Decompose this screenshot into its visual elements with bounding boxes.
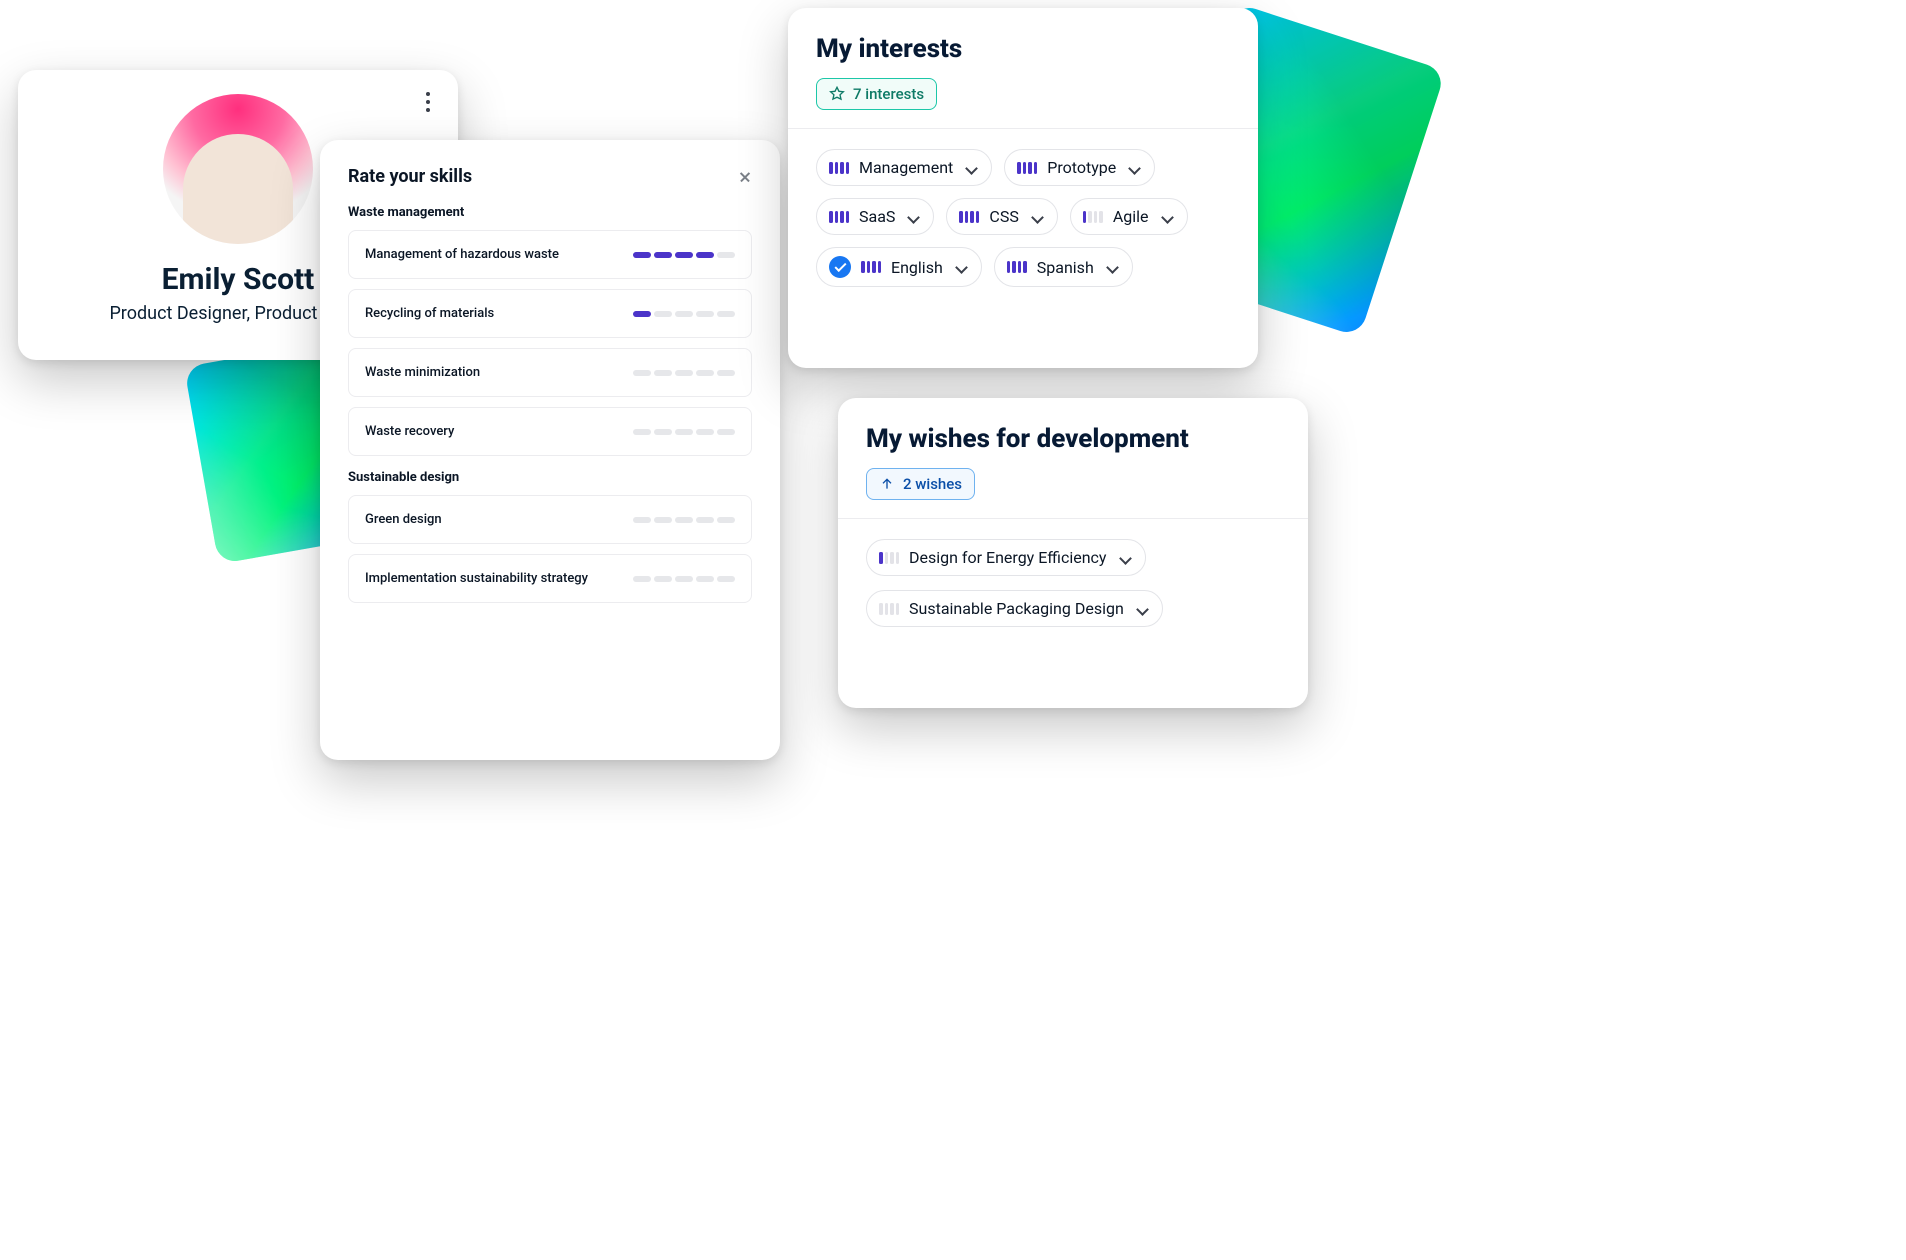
wish-label: Sustainable Packaging Design [909, 599, 1124, 618]
skill-row[interactable]: Implementation sustainability strategy [348, 554, 752, 603]
skill-group-label: Waste management [348, 205, 752, 220]
star-icon [829, 86, 845, 102]
skill-label: Waste recovery [365, 424, 454, 439]
level-bars-icon [829, 162, 849, 174]
level-bars-icon [1083, 211, 1103, 223]
interests-card: My interests 7 interests Management Proto… [788, 8, 1258, 368]
level-bar [633, 252, 735, 258]
level-bar [633, 311, 735, 317]
level-bars-icon [879, 603, 899, 615]
interests-count-label: 7 interests [853, 85, 924, 103]
skill-group-label: Sustainable design [348, 470, 752, 485]
level-bars-icon [1007, 261, 1027, 273]
skill-row[interactable]: Waste minimization [348, 348, 752, 397]
rate-skills-modal: Rate your skills Waste management Managem… [320, 140, 780, 760]
interest-label: CSS [989, 207, 1018, 226]
wishes-title: My wishes for development [866, 424, 1280, 454]
chevron-down-icon [1161, 211, 1173, 223]
arrow-up-icon [879, 476, 895, 492]
more-menu-icon[interactable] [426, 92, 430, 112]
interest-chip[interactable]: Spanish [994, 247, 1133, 287]
close-icon[interactable] [738, 170, 752, 184]
interest-label: Agile [1113, 207, 1149, 226]
level-bars-icon [829, 211, 849, 223]
verified-badge-icon [829, 256, 851, 278]
wish-chip[interactable]: Sustainable Packaging Design [866, 590, 1163, 627]
interest-chip[interactable]: CSS [946, 198, 1057, 235]
wishes-count-badge: 2 wishes [866, 468, 975, 500]
chevron-down-icon [1031, 211, 1043, 223]
level-bar [633, 370, 735, 376]
wish-label: Design for Energy Efficiency [909, 548, 1107, 567]
interests-title: My interests [816, 34, 1230, 64]
interest-label: Management [859, 158, 953, 177]
skill-label: Green design [365, 512, 442, 527]
level-bar [633, 576, 735, 582]
chevron-down-icon [955, 261, 967, 273]
skill-row[interactable]: Management of hazardous waste [348, 230, 752, 279]
interest-label: Prototype [1047, 158, 1116, 177]
skill-row[interactable]: Recycling of materials [348, 289, 752, 338]
chevron-down-icon [1106, 261, 1118, 273]
skill-label: Management of hazardous waste [365, 247, 559, 262]
level-bars-icon [959, 211, 979, 223]
level-bars-icon [1017, 162, 1037, 174]
chevron-down-icon [1136, 603, 1148, 615]
divider [838, 518, 1308, 519]
interest-label: English [891, 258, 943, 277]
interest-label: SaaS [859, 207, 895, 226]
interest-chip[interactable]: English [816, 247, 982, 287]
wishes-count-label: 2 wishes [903, 475, 962, 493]
wish-chip[interactable]: Design for Energy Efficiency [866, 539, 1146, 576]
rate-skills-title: Rate your skills [348, 166, 472, 187]
skill-label: Waste minimization [365, 365, 480, 380]
chevron-down-icon [1128, 162, 1140, 174]
level-bars-icon [861, 261, 881, 273]
interests-count-badge: 7 interests [816, 78, 937, 110]
interest-label: Spanish [1037, 258, 1094, 277]
chevron-down-icon [907, 211, 919, 223]
chevron-down-icon [1119, 552, 1131, 564]
interest-chip[interactable]: SaaS [816, 198, 934, 235]
level-bar [633, 429, 735, 435]
interest-chip[interactable]: Management [816, 149, 992, 186]
level-bars-icon [879, 552, 899, 564]
interest-chip[interactable]: Prototype [1004, 149, 1155, 186]
skill-label: Recycling of materials [365, 306, 494, 321]
skill-row[interactable]: Green design [348, 495, 752, 544]
avatar [163, 94, 313, 244]
divider [788, 128, 1258, 129]
skill-label: Implementation sustainability strategy [365, 571, 588, 586]
level-bar [633, 517, 735, 523]
skill-row[interactable]: Waste recovery [348, 407, 752, 456]
wishes-card: My wishes for development 2 wishes Desig… [838, 398, 1308, 708]
interest-chip[interactable]: Agile [1070, 198, 1188, 235]
chevron-down-icon [965, 162, 977, 174]
